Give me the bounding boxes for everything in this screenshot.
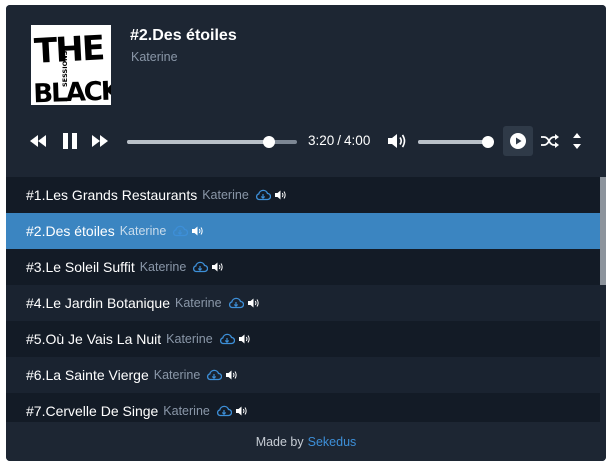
previous-button[interactable] [26,123,50,159]
fast-forward-icon [92,135,108,147]
playlist-scrollbar[interactable] [600,177,606,422]
playlist-item-title: #2.Des étoiles [26,223,115,239]
cloud-download-icon [228,297,244,309]
download-button[interactable] [192,261,209,273]
speaker-icon [274,190,286,200]
playlist-item-artist: Katerine [139,260,187,274]
cloud-download-icon [255,189,271,201]
playlist-item-sound [192,226,204,236]
playlist-item[interactable]: #4.Le Jardin Botanique Katerine [6,285,600,321]
playlist-item-artist: Katerine [166,332,213,346]
speaker-icon [192,226,203,236]
playlist-item-sound [235,406,248,416]
playlist-item-sound [274,190,287,200]
pause-icon [63,133,77,149]
author-link[interactable]: Sekedus [308,435,357,449]
progress-bar[interactable] [127,136,297,148]
player-controls: 3:20/4:00 [6,123,606,159]
speaker-icon [247,298,259,308]
album-cover: THE BLACK SESSIONS [31,25,111,105]
playlist-item-artist: Katerine [163,404,210,418]
svg-text:BLACK: BLACK [33,76,111,105]
playlist-item-artist: Katerine [175,296,222,310]
playlist-item-artist: Katerine [119,224,167,238]
album-cover-art: THE BLACK SESSIONS [31,25,111,105]
player-header: THE BLACK SESSIONS #2.Des étoiles Kateri… [6,5,606,177]
playlist-item[interactable]: #1.Les Grands Restaurants Katerine [6,177,600,213]
speaker-icon [226,370,237,380]
sort-button[interactable] [568,123,586,159]
volume-button[interactable] [386,123,410,159]
speaker-icon [235,406,247,416]
playlist-item-title: #1.Les Grands Restaurants [26,187,198,203]
time-display: 3:20/4:00 [308,133,370,148]
cloud-download-icon [216,405,232,417]
download-button[interactable] [216,405,232,417]
made-by-label: Made by [255,434,304,449]
shuffle-button[interactable] [539,123,561,159]
now-playing-title: #2.Des étoiles [130,27,237,44]
time-separator: / [337,133,342,148]
scrollbar-thumb[interactable] [600,177,606,285]
playlist-item[interactable]: #6.La Sainte Vierge Katerine [6,357,600,393]
playlist-item[interactable]: #3.Le Soleil Suffit Katerine [6,249,600,285]
playlist-item-sound [247,298,260,308]
playlist: #1.Les Grands Restaurants Katerine #2.Des … [6,177,606,422]
current-time: 3:20 [308,133,335,148]
svg-text:SESSIONS: SESSIONS [61,50,69,87]
play-pause-button[interactable] [58,123,82,159]
playlist-item-title: #5.Où Je Vais La Nuit [26,331,162,347]
playlist-item-sound [226,370,238,380]
download-button[interactable] [228,297,244,309]
cloud-download-icon [173,225,189,237]
now-playing-artist: Katerine [131,50,178,64]
playlist-item-title: #4.Le Jardin Botanique [26,295,170,311]
playlist-item-sound [238,334,251,344]
duration: 4:00 [344,133,371,148]
volume-handle[interactable] [482,136,494,148]
play-circle-icon [510,133,526,149]
playlist-item[interactable]: #2.Des étoiles Katerine [6,213,600,249]
rewind-icon [30,135,46,147]
playlist-item-artist: Katerine [202,188,249,202]
player-footer: Made by Sekedus [6,422,606,461]
volume-slider[interactable] [418,136,494,148]
progress-handle[interactable] [262,136,275,148]
download-button[interactable] [219,333,235,345]
next-button[interactable] [88,123,112,159]
playlist-item[interactable]: #5.Où Je Vais La Nuit Katerine [6,321,600,357]
playlist-item-title: #7.Cervelle De Singe [26,403,159,419]
download-button[interactable] [172,225,189,237]
playlist-item-sound [212,262,224,272]
music-player: THE BLACK SESSIONS #2.Des étoiles Kateri… [6,5,606,461]
speaker-icon [238,334,250,344]
download-button[interactable] [206,369,223,381]
cloud-download-icon [207,369,223,381]
playlist-item-title: #6.La Sainte Vierge [26,367,149,383]
progress-fill [127,140,269,144]
sort-icon [573,133,581,149]
download-button[interactable] [255,189,271,201]
cloud-download-icon [219,333,235,345]
playlist-item[interactable]: #7.Cervelle De Singe Katerine [6,393,600,422]
shuffle-icon [541,134,559,148]
cloud-download-icon [193,261,209,273]
playlist-item-title: #3.Le Soleil Suffit [26,259,135,275]
speaker-icon [212,262,223,272]
autoplay-button[interactable] [503,126,533,156]
playlist-item-artist: Katerine [153,368,201,382]
volume-fill [418,140,488,144]
volume-icon [388,134,406,148]
